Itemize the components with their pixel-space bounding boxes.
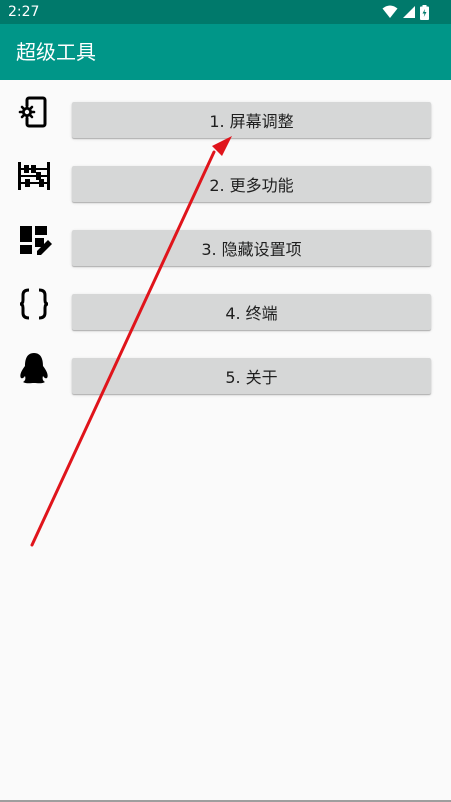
menu-item-screen-adjust: 1. 屏幕调整: [0, 80, 451, 144]
hidden-settings-button[interactable]: 3. 隐藏设置项: [72, 230, 431, 266]
battery-icon: [420, 4, 429, 20]
status-time: 2:27: [8, 4, 40, 20]
wifi-icon: [382, 5, 398, 18]
about-button[interactable]: 5. 关于: [72, 358, 431, 394]
terminal-button[interactable]: 4. 终端: [72, 294, 431, 330]
abacus-icon: [16, 158, 52, 194]
menu-item-more-functions: 2. 更多功能: [0, 144, 451, 208]
status-icons: [382, 4, 429, 20]
app-title: 超级工具: [16, 40, 96, 64]
signal-icon: [403, 6, 415, 18]
menu-item-terminal: 4. 终端: [0, 272, 451, 336]
phone-settings-icon: [16, 94, 52, 130]
screen-adjust-button[interactable]: 1. 屏幕调整: [72, 102, 431, 138]
penguin-icon: [16, 350, 52, 386]
status-bar: 2:27: [0, 0, 451, 24]
app-bar: 超级工具: [0, 24, 451, 80]
menu-item-hidden-settings: 3. 隐藏设置项: [0, 208, 451, 272]
dashboard-edit-icon: [16, 222, 52, 258]
code-braces-icon: [16, 286, 52, 322]
menu-item-about: 5. 关于: [0, 336, 451, 400]
more-functions-button[interactable]: 2. 更多功能: [72, 166, 431, 202]
